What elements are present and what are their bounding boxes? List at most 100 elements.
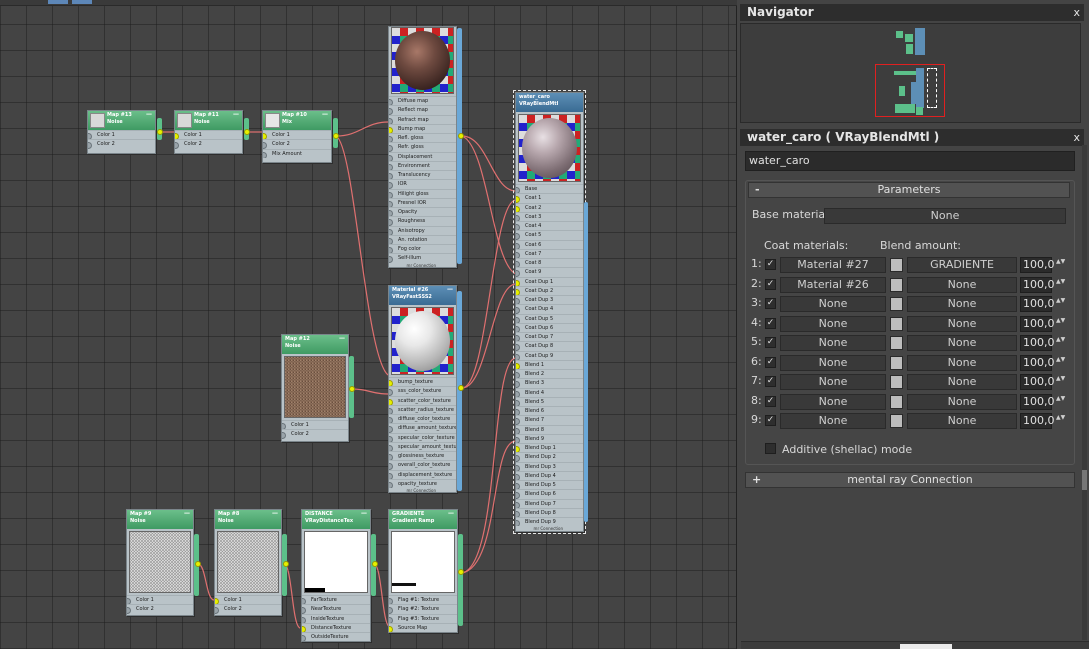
node-slot[interactable]: Source Map <box>389 622 457 632</box>
node-slot[interactable]: Refract map <box>389 114 456 124</box>
output-socket-map10[interactable] <box>333 133 339 139</box>
coat-material-button[interactable]: None <box>780 413 886 429</box>
node-slot[interactable]: Base <box>516 184 583 194</box>
node-map13[interactable]: Map #13 Noise — Color 1 Color 2 <box>87 110 156 154</box>
panel-scrollbar[interactable] <box>1082 145 1087 640</box>
spinner-arrows-icon[interactable]: ▲▼ <box>1056 356 1065 372</box>
node-collapse-icon[interactable]: — <box>322 111 328 118</box>
node-slot[interactable]: Color 1 <box>88 130 155 140</box>
output-socket-map9[interactable] <box>195 561 201 567</box>
expand-icon[interactable]: + <box>752 473 761 487</box>
coat-enable-checkbox[interactable]: ✓ <box>765 259 776 270</box>
coat-material-button[interactable]: Material #27 <box>780 257 886 273</box>
output-socket-map8[interactable] <box>283 561 289 567</box>
spinner-arrows-icon[interactable]: ▲▼ <box>1056 278 1065 294</box>
node-slot[interactable]: Anisotropy <box>389 225 456 235</box>
node-slot[interactable]: sss_color_texture <box>389 386 456 396</box>
spinner-arrows-icon[interactable]: ▲▼ <box>1056 336 1065 352</box>
blend-map-button[interactable]: None <box>907 393 1017 410</box>
node-slot[interactable]: An. rotation <box>389 234 456 244</box>
node-slot[interactable]: Opacity <box>389 207 456 217</box>
navigator-close-icon[interactable]: x <box>1073 4 1080 21</box>
node-slot[interactable]: NearTexture <box>302 604 370 614</box>
additive-mode-checkbox[interactable] <box>765 443 776 454</box>
spinner-arrows-icon[interactable]: ▲▼ <box>1056 317 1065 333</box>
node-slot[interactable]: Blend Dup 5 <box>516 480 583 490</box>
spinner-arrows-icon[interactable]: ▲▼ <box>1056 258 1065 274</box>
node-slot[interactable]: Refr. gloss <box>389 142 456 152</box>
node-slot[interactable]: Displacement <box>389 151 456 161</box>
blend-color-swatch[interactable] <box>890 414 903 428</box>
blend-amount-spinner[interactable]: 100,0 <box>1020 315 1055 332</box>
node-slot[interactable]: OutsideTexture <box>302 632 370 642</box>
node-slot[interactable]: glossiness_texture <box>389 451 456 461</box>
node-slot[interactable]: FarTexture <box>302 595 370 605</box>
node-slot[interactable]: overall_color_texture <box>389 460 456 470</box>
node-slot[interactable]: Coat Dup 7 <box>516 332 583 342</box>
toolbar-button[interactable] <box>48 0 68 4</box>
node-slot[interactable]: Coat 2 <box>516 202 583 212</box>
blend-amount-spinner[interactable]: 100,0 <box>1020 296 1055 312</box>
blend-map-button[interactable]: None <box>907 276 1017 293</box>
node-slot[interactable]: Coat Dup 2 <box>516 285 583 295</box>
node-slot[interactable]: Bump map <box>389 123 456 133</box>
node-material27[interactable]: Diffuse map Reflect map Refract map Bump ma… <box>388 26 457 268</box>
node-slot[interactable]: Refl. gloss <box>389 133 456 143</box>
coat-material-button[interactable]: None <box>780 315 886 332</box>
node-slot[interactable]: Blend 4 <box>516 387 583 397</box>
node-slot[interactable]: InsideTexture <box>302 613 370 623</box>
node-slot[interactable]: DistanceTexture <box>302 622 370 632</box>
output-socket-map11[interactable] <box>244 129 250 135</box>
node-slot[interactable]: scatter_color_texture <box>389 395 456 405</box>
node-collapse-icon[interactable]: — <box>447 286 453 293</box>
blend-amount-spinner[interactable]: 100,0 <box>1020 354 1055 371</box>
blend-map-button[interactable]: GRADIENTE <box>907 257 1017 273</box>
slate-node-canvas[interactable]: Map #13 Noise — Color 1 Color 2 Map #11 Noi… <box>0 6 737 649</box>
blend-amount-spinner[interactable]: 100,0 <box>1020 335 1055 351</box>
node-slot[interactable]: Blend Dup 2 <box>516 452 583 462</box>
blend-map-button[interactable]: None <box>907 354 1017 371</box>
node-slot[interactable]: Blend Dup 8 <box>516 507 583 517</box>
blend-color-swatch[interactable] <box>890 375 903 389</box>
node-slot[interactable]: Coat Dup 1 <box>516 276 583 286</box>
node-map12[interactable]: Map #12 Noise — Color 1 Color 2 <box>281 334 349 442</box>
blend-amount-spinner[interactable]: 100,0 <box>1020 276 1055 293</box>
blend-color-swatch[interactable] <box>890 316 903 331</box>
blend-color-swatch[interactable] <box>890 394 903 409</box>
node-slot[interactable]: Color 2 <box>282 429 348 439</box>
status-field[interactable] <box>900 644 952 649</box>
node-slot[interactable]: bump_texture <box>389 377 456 387</box>
node-slot[interactable]: Blend Dup 3 <box>516 461 583 471</box>
node-slot[interactable]: Fresnel IOR <box>389 197 456 207</box>
coat-enable-checkbox[interactable]: ✓ <box>765 395 776 407</box>
toolbar-button[interactable] <box>72 0 92 4</box>
coat-material-button[interactable]: None <box>780 374 886 390</box>
coat-enable-checkbox[interactable]: ✓ <box>765 415 776 426</box>
blend-amount-spinner[interactable]: 100,0 <box>1020 413 1055 429</box>
coat-enable-checkbox[interactable]: ✓ <box>765 376 776 387</box>
blend-map-button[interactable]: None <box>907 296 1017 312</box>
output-socket-gradiente[interactable] <box>458 569 464 575</box>
node-slot[interactable]: Color 2 <box>215 604 281 614</box>
spinner-arrows-icon[interactable]: ▲▼ <box>1056 297 1065 313</box>
node-slot[interactable]: Color 2 <box>88 139 155 149</box>
node-collapse-icon[interactable]: — <box>146 111 152 118</box>
node-slot[interactable]: Coat 7 <box>516 248 583 258</box>
node-slot[interactable]: Hilight gloss <box>389 188 456 198</box>
mental-ray-connection-rollout[interactable]: + mental ray Connection <box>745 472 1075 488</box>
blend-color-swatch[interactable] <box>890 336 903 350</box>
coat-enable-checkbox[interactable]: ✓ <box>765 337 776 348</box>
node-slot[interactable]: Color 2 <box>263 139 331 149</box>
node-slot[interactable]: Coat 4 <box>516 221 583 231</box>
coat-enable-checkbox[interactable]: ✓ <box>765 356 776 368</box>
blend-map-button[interactable]: None <box>907 315 1017 332</box>
node-slot[interactable]: scatter_radius_texture <box>389 404 456 414</box>
collapse-icon[interactable]: - <box>755 183 760 197</box>
node-map8[interactable]: Map #8 Noise — Color 1 Color 2 <box>214 509 282 616</box>
node-slot[interactable]: Color 1 <box>263 130 331 140</box>
node-slot[interactable]: Blend 6 <box>516 406 583 416</box>
node-map10[interactable]: Map #10 Mix — Color 1 Color 2 Mix Amount <box>262 110 332 163</box>
node-slot[interactable]: Color 2 <box>175 139 242 149</box>
coat-material-button[interactable]: None <box>780 393 886 410</box>
output-socket-map12[interactable] <box>349 386 355 392</box>
